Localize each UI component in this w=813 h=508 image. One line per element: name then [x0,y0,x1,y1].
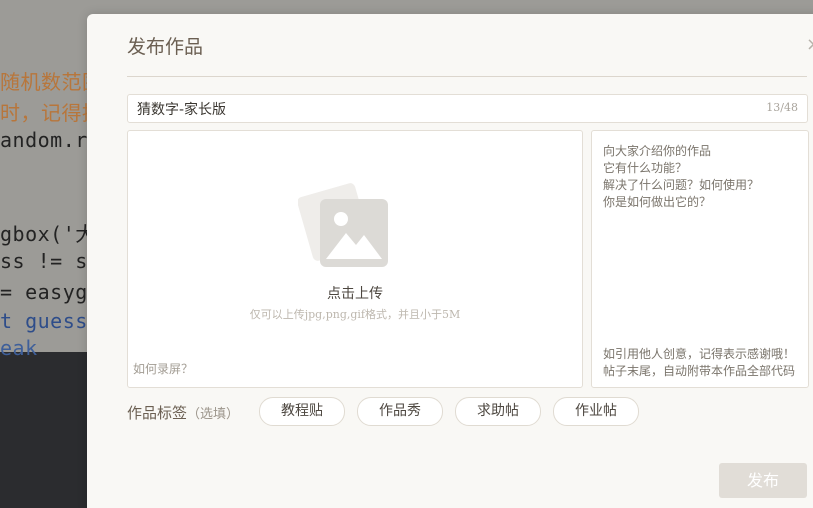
image-upload-area[interactable]: 点击上传 仅可以上传jpg,png,gif格式，并且小于5M 如何录屏？ [127,130,583,388]
title-field: 13/48 [127,94,808,123]
code-line: = easygu [0,280,101,304]
description-placeholder: 向大家介绍你的作品 它有什么功能？ 解决了什么问题？如何使用？ 你是如何做出它的… [603,143,759,211]
code-line: andom.ra [0,128,101,152]
work-title-input[interactable] [128,95,748,122]
close-icon[interactable]: × [806,34,813,55]
footer-line: 帖子末尾，自动附带本作品全部代码 [603,364,796,378]
code-line: ss != se [0,249,101,273]
title-divider [127,76,807,77]
code-line: eak [0,336,38,360]
tag-tutorial-button[interactable]: 教程贴 [259,397,345,426]
editor-dark-panel [0,352,90,508]
tag-help-button[interactable]: 求助帖 [455,397,541,426]
title-char-counter: 13/48 [766,101,798,114]
placeholder-line: 解决了什么问题？如何使用？ [603,178,760,192]
dialog-title: 发布作品 [127,36,204,58]
tags-label-text: 作品标签 [127,404,188,422]
image-placeholder-icon [298,183,388,267]
code-line: gbox('大 [0,222,96,246]
how-to-record-link[interactable]: 如何录屏？ [133,360,193,377]
upload-label: 点击上传 [327,286,383,302]
code-line: t guess) [0,309,101,333]
description-footer-note: 如引用他人创意，记得表示感谢哦！ 帖子末尾，自动附带本作品全部代码 [603,346,795,380]
tag-showcase-button[interactable]: 作品秀 [357,397,443,426]
tags-optional-note: （选填） [187,407,240,422]
footer-line: 如引用他人创意，记得表示感谢哦！ [603,347,796,361]
placeholder-line: 它有什么功能？ [603,161,688,175]
placeholder-line: 向大家介绍你的作品 [603,144,712,158]
placeholder-line: 你是如何做出它的？ [603,195,712,209]
publish-dialog: 发布作品 × 13/48 点击上传 仅可以上传jpg,png,gif格式，并且小… [87,14,813,508]
tag-homework-button[interactable]: 作业帖 [553,397,639,426]
description-textarea[interactable]: 向大家介绍你的作品 它有什么功能？ 解决了什么问题？如何使用？ 你是如何做出它的… [591,130,809,388]
publish-button[interactable]: 发布 [719,463,807,498]
upload-hint: 仅可以上传jpg,png,gif格式，并且小于5M [249,308,461,321]
tags-label: 作品标签（选填） [127,402,239,423]
